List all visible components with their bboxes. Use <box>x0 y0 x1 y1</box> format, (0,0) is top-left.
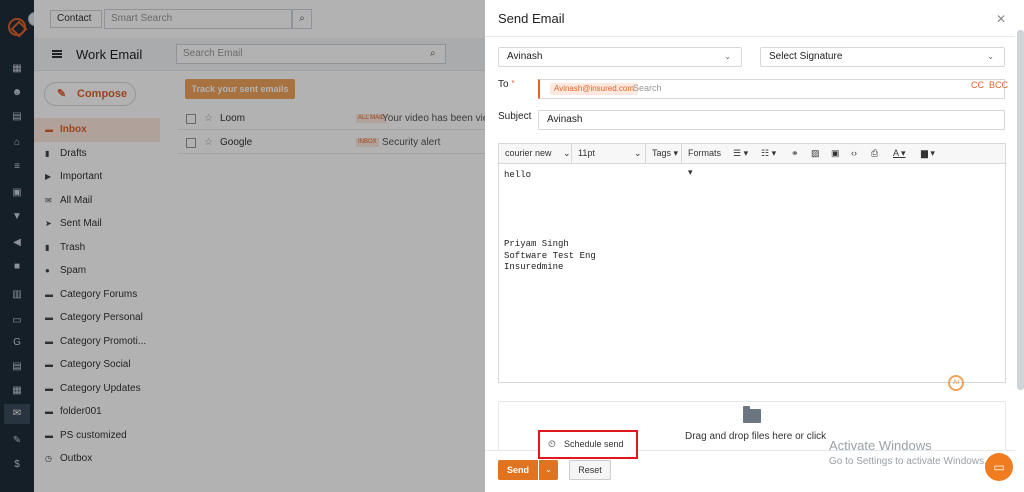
schedule-clock-icon: ⏲ <box>548 439 556 450</box>
numbered-list-icon[interactable]: ☷ ▾ <box>761 144 776 163</box>
chat-support-icon[interactable]: ▭ <box>985 453 1013 481</box>
required-marker: * <box>511 79 515 88</box>
cc-link[interactable]: CC <box>971 80 984 90</box>
editor-toolbar: courier new ⌄ 11pt ⌄ Tags ▾ Formats ▾ ☰ … <box>498 143 1006 177</box>
windows-activation-title: Activate Windows <box>829 438 932 453</box>
recipient-chip[interactable]: Avinash@insured.com <box>550 83 639 95</box>
code-icon[interactable]: ‹› <box>851 144 857 163</box>
font-size-select[interactable]: 11pt ⌄ <box>571 144 643 163</box>
media-icon[interactable]: ▣ <box>831 144 840 163</box>
to-recipients-field[interactable]: Avinash@insured.com Search <box>538 79 1005 99</box>
cc-bcc-links: CC BCC <box>971 80 1008 90</box>
font-family-value: courier new <box>505 148 552 158</box>
divider <box>485 36 1015 37</box>
folder-icon <box>743 406 761 423</box>
send-button[interactable]: Send <box>498 460 538 480</box>
chevron-down-icon: ⌄ <box>987 52 994 61</box>
scrollbar[interactable] <box>1017 30 1024 390</box>
to-label-text: To <box>498 79 509 90</box>
chevron-down-icon: ⌄ <box>724 52 731 61</box>
font-family-select[interactable]: courier new ⌄ <box>505 144 573 163</box>
body-line: Priyam Singh <box>504 239 569 249</box>
subject-input[interactable]: Avinash <box>538 110 1005 130</box>
tags-menu[interactable]: Tags ▾ <box>645 144 679 163</box>
modal-title: Send Email <box>498 11 565 26</box>
body-line <box>504 228 1000 240</box>
email-body-editor[interactable]: hello Priyam Singh Software Test Eng Ins… <box>498 164 1006 383</box>
schedule-send-label: Schedule send <box>564 439 624 449</box>
bullet-list-icon[interactable]: ☰ ▾ <box>733 144 748 163</box>
from-account-value: Avinash <box>507 51 543 62</box>
body-line <box>504 205 1000 217</box>
chevron-down-icon: ⌄ <box>634 148 642 158</box>
text-color-icon[interactable]: A ▾ <box>893 144 906 163</box>
send-options-dropdown[interactable]: ⌄ <box>539 460 558 480</box>
image-icon[interactable]: ▨ <box>811 144 820 163</box>
schedule-send-option[interactable]: ⏲ Schedule send <box>538 430 638 459</box>
to-search-input[interactable]: Search <box>633 83 662 93</box>
windows-activation-subtitle: Go to Settings to activate Windows. <box>829 456 987 467</box>
body-line: hello <box>504 170 532 180</box>
signature-value: Select Signature <box>769 51 843 62</box>
font-size-value: 11pt <box>578 148 595 158</box>
close-icon[interactable]: ✕ <box>996 12 1006 26</box>
body-line: Software Test Eng <box>504 250 596 261</box>
body-line <box>504 182 1000 194</box>
print-icon[interactable]: ⎙ <box>871 144 878 163</box>
link-icon[interactable]: ⚭ <box>791 144 799 163</box>
tags-label: Tags <box>652 148 672 158</box>
chevron-down-icon: ⌄ <box>545 465 552 474</box>
subject-label: Subject <box>498 111 532 122</box>
ai-assistant-icon[interactable]: AI <box>948 375 964 391</box>
send-email-modal: Send Email ✕ Avinash ⌄ Select Signature … <box>485 0 1024 492</box>
to-label: To * <box>498 79 514 90</box>
body-line <box>504 193 1000 205</box>
body-line <box>504 216 1000 228</box>
chevron-down-icon: ⌄ <box>563 148 571 158</box>
dropzone-text: Drag and drop files here or click <box>685 431 827 442</box>
signature-select[interactable]: Select Signature ⌄ <box>760 47 1005 67</box>
from-account-select[interactable]: Avinash ⌄ <box>498 47 742 67</box>
body-line: Insuredmine <box>504 262 564 272</box>
formats-label: Formats <box>688 148 722 158</box>
bcc-link[interactable]: BCC <box>989 80 1008 90</box>
background-color-icon[interactable]: ▆ ▾ <box>921 144 935 163</box>
formats-menu[interactable]: Formats ▾ <box>681 144 723 177</box>
reset-button[interactable]: Reset <box>569 460 611 480</box>
